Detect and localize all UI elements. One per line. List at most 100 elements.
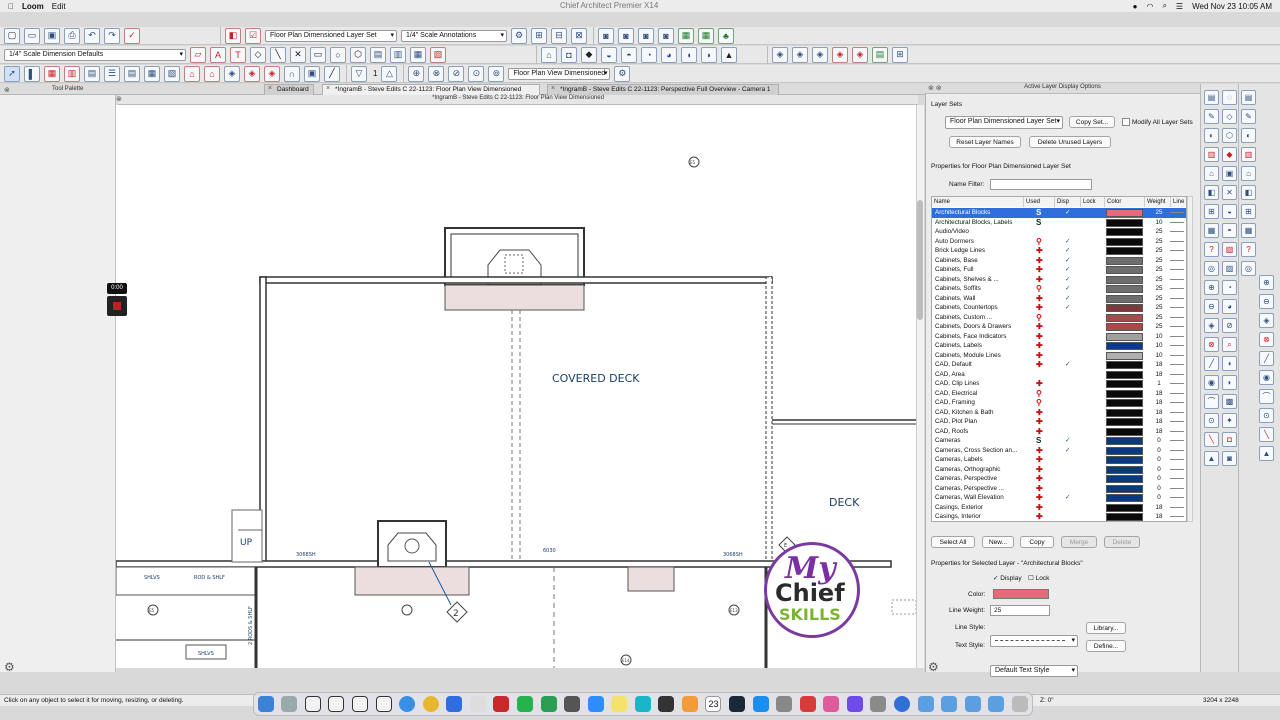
folder-icon-2[interactable] — [941, 696, 958, 712]
right-tool-icon[interactable]: ⊙ — [1204, 413, 1219, 428]
line-style-select[interactable] — [990, 635, 1078, 647]
roof-tool-icon[interactable]: ▦ — [144, 65, 160, 82]
layer-row[interactable]: Cameras, Perspective ... ✚ 0 — [932, 484, 1186, 494]
right-tool-icon[interactable]: ⊗ — [1204, 337, 1219, 352]
chrome-icon[interactable] — [422, 696, 439, 712]
view-icon-2[interactable]: ⊗ — [428, 65, 445, 82]
vertical-scrollbar[interactable] — [916, 105, 924, 668]
right-tool-icon[interactable]: ◧ — [1204, 185, 1219, 200]
room-tool-icon[interactable]: ▧ — [164, 65, 180, 82]
layer-color-swatch[interactable] — [1106, 332, 1143, 341]
tool-icon-e[interactable]: ◔ — [641, 46, 657, 63]
layer-color-swatch[interactable] — [1106, 380, 1143, 388]
col-header-color[interactable]: Color — [1105, 197, 1145, 207]
steam-icon[interactable] — [729, 696, 746, 712]
chief-architect-x12-icon[interactable] — [328, 696, 345, 712]
layer-row[interactable]: CAD, Framing ⚲ 18 — [932, 398, 1186, 408]
panel-gear-icon[interactable]: ⚙ — [928, 660, 939, 674]
tab-dashboard[interactable]: × Dashboard — [264, 84, 314, 95]
layer-table[interactable]: Name Used Disp Lock Color Weight Line Ar… — [931, 196, 1187, 522]
reset-layer-names-button[interactable]: Reset Layer Names — [949, 136, 1021, 148]
line-weight-input[interactable]: 25 — [990, 605, 1050, 616]
delete-icon[interactable]: ✕ — [290, 46, 306, 63]
right-tool-icon[interactable]: ╱ — [1259, 351, 1274, 366]
plan-icon-3[interactable]: ⊠ — [571, 27, 587, 44]
folder-icon-3[interactable] — [964, 696, 981, 712]
col-header-weight[interactable]: Weight — [1145, 197, 1171, 207]
layer-display-check[interactable]: ✓ — [1065, 265, 1070, 275]
layer-color-swatch[interactable] — [1106, 256, 1143, 265]
app-icon-dark[interactable] — [658, 696, 675, 712]
layer-row[interactable]: Casings, Exterior ✚ 18 — [932, 503, 1186, 513]
right-tool-icon[interactable]: ◌ — [1222, 90, 1237, 105]
search-icon[interactable]: ⌕ — [1162, 1, 1166, 11]
floor-down-icon[interactable]: ▽ — [351, 65, 367, 82]
shapes-icon[interactable]: ◇ — [250, 46, 266, 63]
layer-row[interactable]: Cabinets, Countertops ✚ ✓ 25 — [932, 303, 1186, 313]
layer-color-swatch[interactable] — [1106, 275, 1143, 284]
view-icon-4[interactable]: ⊙ — [468, 65, 485, 82]
layer-color-swatch[interactable] — [1106, 294, 1143, 303]
layer-row[interactable]: CAD, Kitchen & Bath ✚ 18 — [932, 408, 1186, 418]
right-tool-icon[interactable]: ⊖ — [1259, 294, 1274, 309]
right-tool-icon[interactable]: ▤ — [1204, 90, 1219, 105]
layer-row[interactable]: Cabinets, Face Indicators ✚ 10 — [932, 332, 1186, 342]
right-tool-icon[interactable]: ⊞ — [1241, 204, 1256, 219]
right-tool-icon[interactable]: ◓ — [1222, 223, 1237, 238]
app-icon-purple[interactable] — [846, 696, 863, 712]
right-tool-icon[interactable]: ◔ — [1222, 280, 1237, 295]
layer-row[interactable]: Cameras S ✓ 0 — [932, 436, 1186, 446]
layer-display-check[interactable]: ✓ — [1065, 360, 1070, 370]
layer-display-check[interactable]: ✓ — [1065, 446, 1070, 456]
layer-display-check[interactable]: ✓ — [1065, 208, 1070, 218]
layer-color-swatch[interactable] — [1106, 465, 1143, 474]
layer-color-swatch[interactable] — [1106, 285, 1143, 293]
layer-display-check[interactable]: ✓ — [1065, 284, 1070, 294]
tool-icon-f[interactable]: ◕ — [661, 46, 677, 63]
ruler-icon[interactable]: ▱ — [190, 46, 206, 63]
rectangle-icon[interactable]: ▭ — [310, 46, 326, 63]
layer-row[interactable]: Cameras, Wall Elevation ✚ ✓ 0 — [932, 493, 1186, 503]
layer-color-swatch[interactable] — [1106, 399, 1143, 407]
layer-tool-icon[interactable]: ◈ — [772, 46, 788, 63]
camera-icon-3[interactable]: ◙ — [638, 27, 654, 44]
right-tool-icon[interactable]: ⊘ — [1222, 318, 1237, 333]
right-tool-icon[interactable]: ◖ — [1222, 356, 1237, 371]
tool-icon-h[interactable]: ◗ — [701, 46, 717, 63]
layer-tool-icon-7[interactable]: ⊞ — [892, 46, 908, 63]
plan-icon-2[interactable]: ⊟ — [551, 27, 567, 44]
camera-icon[interactable]: ◙ — [598, 27, 614, 44]
plan-tool-icon[interactable]: ▤ — [370, 46, 386, 63]
layer-row[interactable]: Cabinets, Wall ✚ ✓ 25 — [932, 294, 1186, 304]
delete-unused-layers-button[interactable]: Delete Unused Layers — [1029, 136, 1111, 148]
tab-floor-plan[interactable]: × *IngramB - Steve Edits C 22-1123: Floor… — [322, 84, 540, 95]
system-prefs-icon[interactable] — [776, 696, 793, 712]
right-tool-icon[interactable]: ◆ — [1222, 147, 1237, 162]
tool-icon-i[interactable]: ▲ — [721, 46, 737, 63]
layer-tool-icon-5[interactable]: ◈ — [852, 46, 868, 63]
layer-color-swatch[interactable] — [1106, 342, 1143, 350]
layer-row[interactable]: CAD, Default ✚ ✓ 18 — [932, 360, 1186, 370]
layer-color-swatch[interactable] — [1106, 370, 1143, 379]
camera-app-icon[interactable] — [564, 696, 581, 712]
right-tool-icon[interactable]: ▧ — [1222, 242, 1237, 257]
apple-icon[interactable]:  — [8, 2, 14, 11]
right-tool-icon[interactable]: ▥ — [1241, 147, 1256, 162]
layer-color-swatch[interactable] — [1106, 437, 1143, 445]
canva-icon[interactable] — [634, 696, 651, 712]
layer-display-check[interactable]: ✓ — [1065, 303, 1070, 313]
right-tool-icon[interactable]: ◙ — [1222, 451, 1237, 466]
col-header-used[interactable]: Used — [1024, 197, 1055, 207]
modify-all-checkbox[interactable] — [1122, 118, 1130, 126]
layer-row[interactable]: Cameras, Labels ✚ 0 — [932, 455, 1186, 465]
downloads-icon[interactable] — [988, 696, 1005, 712]
right-tool-icon[interactable]: ◐ — [1241, 128, 1256, 143]
new-file-icon[interactable]: ▢ — [4, 27, 20, 44]
col-header-disp[interactable]: Disp — [1055, 197, 1081, 207]
layer-color-swatch[interactable] — [1106, 456, 1143, 464]
layer-color-swatch[interactable] — [1106, 247, 1143, 255]
right-tool-icon[interactable]: ⊕ — [1204, 280, 1219, 295]
col-header-line[interactable]: Line — [1171, 197, 1186, 207]
layer-row[interactable]: Cabinets, Module Lines ✚ 10 — [932, 351, 1186, 361]
right-tool-icon[interactable]: ╲ — [1204, 432, 1219, 447]
